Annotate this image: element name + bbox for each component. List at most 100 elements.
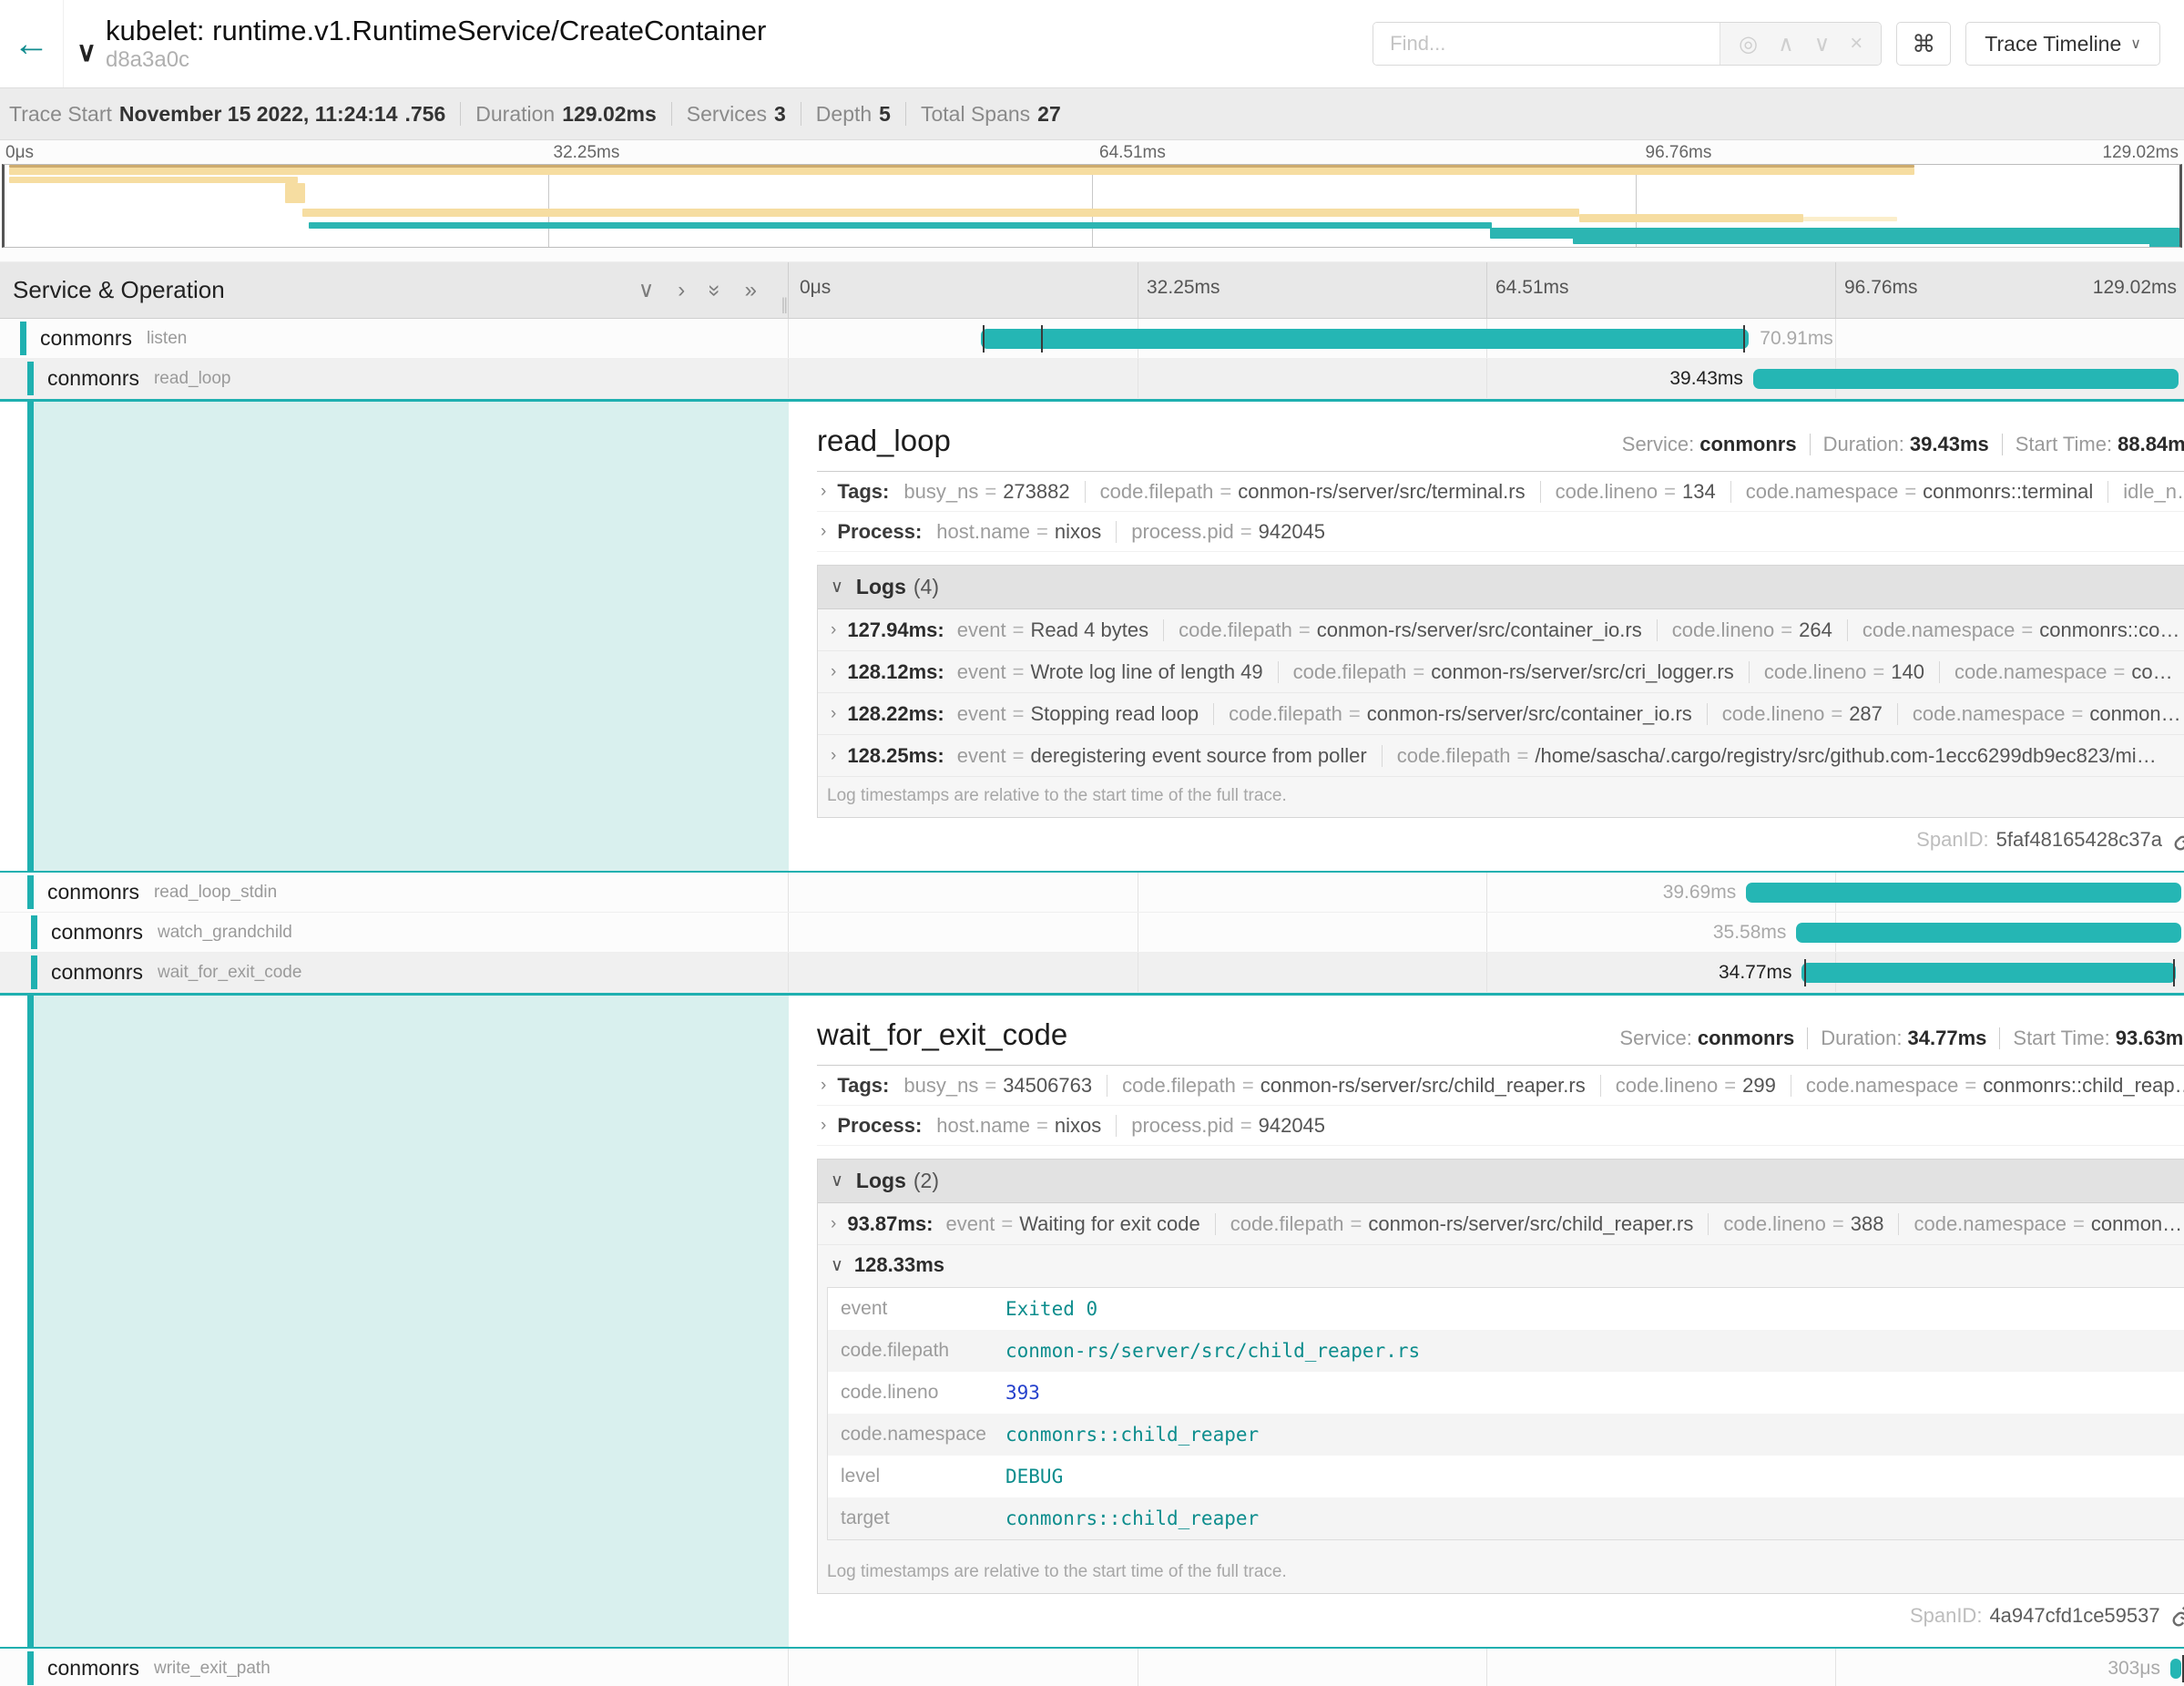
view-selector-button[interactable]: Trace Timeline ∨: [1965, 22, 2160, 66]
find-input[interactable]: [1373, 23, 1720, 65]
span-bar-cell[interactable]: 70.91ms: [789, 319, 2184, 358]
log-field-row: code.filepath conmon-rs/server/src/child…: [828, 1330, 2184, 1372]
span-duration-label: 39.43ms: [1669, 368, 1743, 390]
span-bar-cell[interactable]: 39.69ms: [789, 873, 2184, 912]
span-id-row: SpanID: 5faf48165428c37a: [817, 818, 2184, 862]
find-next-icon[interactable]: ∨: [1814, 31, 1831, 57]
process-list: host.name=nixosprocess.pid=942045: [936, 520, 1325, 544]
find-prev-icon[interactable]: ∧: [1778, 31, 1794, 57]
span-operation: read_loop: [154, 369, 231, 389]
detail-span-meta: Service:conmonrs Duration:39.43ms Start …: [1622, 433, 2184, 456]
minimap-span: [9, 177, 299, 183]
gridline: [1835, 1649, 1836, 1686]
span-bar-cell[interactable]: 303μs: [789, 1649, 2184, 1686]
process-row[interactable]: › Process: host.name=nixosprocess.pid=94…: [817, 1106, 2184, 1146]
logs-header[interactable]: ∨ Logs (4): [818, 566, 2184, 609]
minimap-span: [1579, 214, 1803, 222]
span-row-read-loop[interactable]: conmonrs read_loop 39.43ms: [0, 359, 2184, 399]
detail-span-title: wait_for_exit_code: [817, 1017, 1067, 1052]
span-name-cell[interactable]: conmonrs write_exit_path: [0, 1649, 789, 1686]
view-selector-label: Trace Timeline: [1985, 32, 2121, 56]
tags-row[interactable]: › Tags: busy_ns=34506763code.filepath=co…: [817, 1066, 2184, 1106]
detail-title-row: read_loop Service:conmonrs Duration:39.4…: [817, 416, 2184, 472]
top-bar: ← ∨ kubelet: runtime.v1.RuntimeService/C…: [0, 0, 2184, 87]
span-row-listen[interactable]: conmonrs listen 70.91ms: [0, 319, 2184, 359]
span-bar[interactable]: [1753, 369, 2179, 389]
span-name-cell[interactable]: conmonrs watch_grandchild: [0, 913, 789, 952]
span-bar-cell[interactable]: 34.77ms: [789, 953, 2184, 992]
span-bar[interactable]: [1746, 883, 2181, 903]
find-clear-icon[interactable]: ×: [1850, 31, 1863, 56]
logs-footnote: Log timestamps are relative to the start…: [818, 777, 2184, 817]
span-bar-cell[interactable]: 39.43ms: [789, 359, 2184, 398]
log-entry[interactable]: › 93.87ms: event=Waiting for exit codeco…: [818, 1203, 2184, 1245]
gridline: [1486, 359, 1487, 398]
collapse-all-icon[interactable]: »: [702, 284, 728, 296]
ruler-tick: 32.25ms: [1147, 277, 1220, 299]
span-row-watch-grandchild[interactable]: conmonrs watch_grandchild 35.58ms: [0, 913, 2184, 953]
detail-title-row: wait_for_exit_code Service:conmonrs Dura…: [817, 1010, 2184, 1066]
minimap-canvas[interactable]: [2, 164, 2182, 248]
span-bar[interactable]: [981, 329, 1749, 349]
focus-target-icon[interactable]: ◎: [1739, 31, 1758, 57]
column-resize-handle[interactable]: ||: [781, 295, 786, 314]
expand-one-icon[interactable]: ›: [678, 278, 685, 303]
link-icon[interactable]: [2171, 1604, 2184, 1628]
span-bar[interactable]: [2170, 1659, 2181, 1679]
process-row[interactable]: › Process: host.name=nixosprocess.pid=94…: [817, 512, 2184, 552]
span-row-wait-for-exit-code[interactable]: conmonrs wait_for_exit_code 34.77ms: [0, 953, 2184, 993]
log-entry-expanded-header[interactable]: ∨ 128.33ms: [818, 1245, 2184, 1285]
divider: [671, 102, 672, 126]
gridline: [1486, 913, 1487, 952]
span-bar[interactable]: [1796, 923, 2181, 943]
spacer: [0, 248, 2184, 262]
back-button[interactable]: ←: [0, 0, 64, 87]
detail-left-gutter: [0, 402, 789, 871]
span-row-read-loop-stdin[interactable]: conmonrs read_loop_stdin 39.69ms: [0, 873, 2184, 913]
log-field-row: level DEBUG: [828, 1456, 2184, 1497]
link-icon[interactable]: [2173, 828, 2184, 852]
trace-timeline-page: ← ∨ kubelet: runtime.v1.RuntimeService/C…: [0, 0, 2184, 1686]
log-fields-table: event Exited 0 code.filepath conmon-rs/s…: [827, 1287, 2184, 1540]
trace-duration: Duration129.02ms: [475, 102, 657, 127]
tags-row[interactable]: › Tags: busy_ns=273882code.filepath=conm…: [817, 472, 2184, 512]
logs-header[interactable]: ∨ Logs (2): [818, 1160, 2184, 1203]
span-service: conmonrs: [47, 1656, 139, 1681]
gridline: [1486, 1649, 1487, 1686]
span-duration-label: 303μs: [2107, 1658, 2160, 1680]
collapse-header-chevron-icon[interactable]: ∨: [77, 36, 97, 68]
detail-content: wait_for_exit_code Service:conmonrs Dura…: [789, 996, 2184, 1647]
span-color-accent: [27, 362, 34, 395]
minimap-ruler: 0μs 32.25ms 64.51ms 96.76ms 129.02ms: [0, 140, 2184, 164]
span-operation: wait_for_exit_code: [158, 963, 301, 983]
gridline: [1486, 873, 1487, 912]
span-duration-label: 39.69ms: [1663, 882, 1737, 904]
log-entry[interactable]: › 127.94ms: event=Read 4 bytescode.filep…: [818, 609, 2184, 651]
timeline-table-header: Service & Operation ∨ › » » || 0μs 32.25…: [0, 262, 2184, 319]
span-name-cell[interactable]: conmonrs wait_for_exit_code: [0, 953, 789, 992]
span-name-cell[interactable]: conmonrs read_loop_stdin: [0, 873, 789, 912]
span-bar[interactable]: [1801, 963, 2176, 983]
collapse-one-icon[interactable]: ∨: [638, 277, 655, 303]
log-entry[interactable]: › 128.25ms: event=deregistering event so…: [818, 735, 2184, 777]
ruler-tick: 64.51ms: [1099, 143, 1166, 163]
back-arrow-icon: ←: [14, 24, 50, 65]
page-title: kubelet: runtime.v1.RuntimeService/Creat…: [106, 15, 766, 47]
log-entry[interactable]: › 128.12ms: event=Wrote log line of leng…: [818, 651, 2184, 693]
span-operation: write_exit_path: [154, 1659, 270, 1679]
span-name-cell[interactable]: conmonrs listen: [0, 319, 789, 358]
span-bar-cell[interactable]: 35.58ms: [789, 913, 2184, 952]
expand-all-icon[interactable]: »: [745, 278, 757, 303]
span-name-cell[interactable]: conmonrs read_loop: [0, 359, 789, 398]
keyboard-shortcuts-button[interactable]: ⌘: [1896, 22, 1951, 66]
ruler-tick: 32.25ms: [554, 143, 620, 163]
chevron-down-icon: ∨: [831, 1170, 843, 1191]
span-color-accent: [20, 322, 26, 355]
span-row-write-exit-path[interactable]: conmonrs write_exit_path 303μs: [0, 1649, 2184, 1686]
chevron-right-icon: ›: [831, 704, 836, 724]
timeline-header: 0μs 32.25ms 64.51ms 96.76ms 129.02ms: [789, 262, 2184, 318]
span-color-accent: [31, 955, 37, 989]
log-marker: [983, 325, 985, 353]
chevron-right-icon: ›: [831, 1214, 836, 1234]
log-entry[interactable]: › 128.22ms: event=Stopping read loopcode…: [818, 693, 2184, 735]
